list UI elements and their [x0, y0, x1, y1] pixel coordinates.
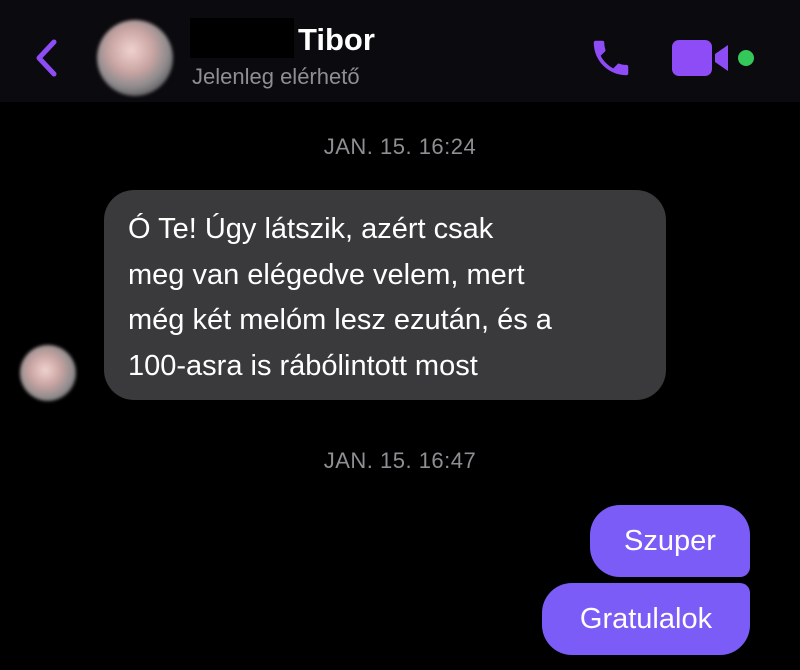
contact-status: Jelenleg elérhető: [192, 64, 360, 89]
back-chevron-icon[interactable]: [30, 36, 64, 80]
phone-icon[interactable]: [588, 35, 634, 81]
contact-avatar[interactable]: [97, 20, 173, 96]
chat-header: Tibor Jelenleg elérhető: [0, 0, 800, 102]
message-text-line: Ó Te! Úgy látszik, azért csak: [128, 213, 494, 245]
video-camera-icon[interactable]: [672, 40, 734, 76]
contact-name[interactable]: Tibor: [298, 22, 375, 58]
message-timestamp: JAN. 15. 16:24: [323, 134, 477, 159]
incoming-message-bubble[interactable]: Ó Te! Úgy látszik, azért csak meg van el…: [104, 190, 666, 400]
message-text-line: meg van elégedve velem, mert: [128, 258, 525, 291]
redacted-name-block: [190, 18, 294, 58]
outgoing-message-bubble[interactable]: Szuper: [590, 505, 750, 577]
outgoing-message-bubble[interactable]: Gratulalok: [542, 583, 750, 655]
online-status-dot: [738, 50, 754, 66]
sender-avatar[interactable]: [20, 345, 76, 401]
message-timestamp: JAN. 15. 16:47: [323, 448, 477, 473]
message-text-line: még két melóm lesz ezután, és a: [128, 304, 552, 336]
message-text-line: 100-asra is rábólintott most: [128, 349, 478, 382]
